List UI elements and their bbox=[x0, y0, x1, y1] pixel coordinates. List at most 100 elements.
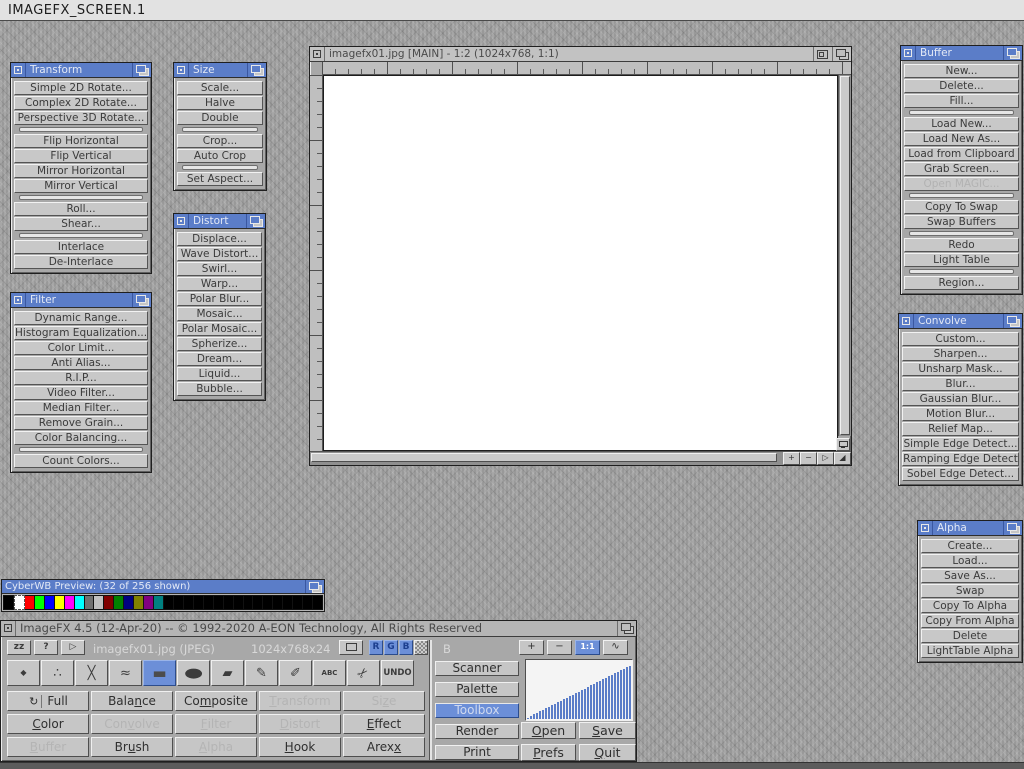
image-canvas[interactable] bbox=[323, 75, 838, 451]
blur-button[interactable]: Blur... bbox=[902, 377, 1019, 391]
color-swatch[interactable] bbox=[244, 595, 254, 610]
arexx-button[interactable]: Arexx bbox=[343, 737, 425, 757]
zoom-out-button[interactable]: − bbox=[547, 640, 572, 655]
screen-titlebar[interactable]: IMAGEFX_SCREEN.1 bbox=[0, 0, 1024, 21]
transform-button[interactable]: Transform bbox=[259, 691, 341, 711]
roll-button[interactable]: Roll... bbox=[14, 202, 148, 216]
text-tool[interactable]: ABC bbox=[313, 660, 346, 686]
depth-icon[interactable] bbox=[1003, 314, 1022, 328]
vertical-scroll-thumb[interactable] bbox=[840, 76, 850, 435]
perspective-3d-rotate-button[interactable]: Perspective 3D Rotate... bbox=[14, 111, 148, 125]
color-swatch[interactable] bbox=[65, 595, 75, 610]
help-button[interactable]: ? bbox=[34, 640, 58, 655]
copy-to-swap-button[interactable]: Copy To Swap bbox=[904, 200, 1019, 214]
color-swatch[interactable] bbox=[204, 595, 214, 610]
close-icon[interactable] bbox=[918, 521, 933, 535]
sobel-edge-detect-button[interactable]: Sobel Edge Detect... bbox=[902, 467, 1019, 481]
copy-to-alpha-button[interactable]: Copy To Alpha bbox=[921, 599, 1019, 613]
new-button[interactable]: New... bbox=[904, 64, 1019, 78]
region-button[interactable]: Region... bbox=[904, 276, 1019, 290]
zoom-out-button[interactable]: − bbox=[800, 452, 817, 465]
crop-button[interactable]: Crop... bbox=[177, 134, 263, 148]
color-swatch[interactable] bbox=[144, 595, 154, 610]
convolve-titlebar[interactable]: Convolve bbox=[899, 314, 1022, 329]
remove-grain-button[interactable]: Remove Grain... bbox=[14, 416, 148, 430]
color-swatch[interactable] bbox=[55, 595, 65, 610]
delete-button[interactable]: Delete bbox=[921, 629, 1019, 643]
print-button[interactable]: Print bbox=[435, 745, 519, 760]
color-swatch[interactable] bbox=[85, 595, 95, 610]
flip-horizontal-button[interactable]: Flip Horizontal bbox=[14, 134, 148, 148]
video-filter-button[interactable]: Video Filter... bbox=[14, 386, 148, 400]
color-swatch[interactable] bbox=[45, 595, 55, 610]
color-swatch[interactable] bbox=[184, 595, 194, 610]
box-tool[interactable]: ▬ bbox=[143, 660, 176, 686]
color-swatch[interactable] bbox=[234, 595, 244, 610]
interlace-button[interactable]: Interlace bbox=[14, 240, 148, 254]
transform-titlebar[interactable]: Transform bbox=[11, 63, 151, 78]
size-button[interactable]: Size bbox=[343, 691, 425, 711]
depth-icon[interactable] bbox=[832, 47, 851, 61]
color-button[interactable]: Color bbox=[7, 714, 89, 734]
distort-titlebar[interactable]: Distort bbox=[174, 214, 265, 229]
load-from-clipboard-button[interactable]: Load from Clipboard bbox=[904, 147, 1019, 161]
quit-button[interactable]: Quit bbox=[579, 744, 636, 761]
screen-mode-icon[interactable] bbox=[836, 438, 850, 451]
execute-button[interactable]: ▷ bbox=[61, 640, 85, 655]
dream-button[interactable]: Dream... bbox=[177, 352, 262, 366]
vertical-scrollbar[interactable] bbox=[838, 75, 851, 436]
color-swatch[interactable] bbox=[253, 595, 263, 610]
alpha-button[interactable]: Alpha bbox=[175, 737, 257, 757]
color-swatch[interactable] bbox=[214, 595, 224, 610]
undo-button[interactable]: UNDO bbox=[381, 660, 414, 686]
scissors-tool[interactable]: ✂ bbox=[347, 660, 380, 686]
filter-titlebar[interactable]: Filter bbox=[11, 293, 151, 308]
zoom-in-button[interactable]: + bbox=[519, 640, 544, 655]
simple-edge-detect-button[interactable]: Simple Edge Detect... bbox=[902, 437, 1019, 451]
double-button[interactable]: Double bbox=[177, 111, 263, 125]
count-colors-button[interactable]: Count Colors... bbox=[14, 454, 148, 468]
zoom-one-to-one-button[interactable]: 1:1 bbox=[575, 640, 600, 655]
cyberwb-titlebar[interactable]: CyberWB Preview: (32 of 256 shown) bbox=[2, 580, 324, 594]
halve-button[interactable]: Halve bbox=[177, 96, 263, 110]
color-swatch[interactable] bbox=[313, 595, 323, 610]
color-balancing-button[interactable]: Color Balancing... bbox=[14, 431, 148, 445]
horizontal-scrollbar[interactable] bbox=[310, 452, 783, 465]
zoom-in-button[interactable]: + bbox=[783, 452, 800, 465]
color-swatch[interactable] bbox=[293, 595, 303, 610]
color-swatch[interactable] bbox=[194, 595, 204, 610]
ramping-edge-detect-button[interactable]: Ramping Edge Detect bbox=[902, 452, 1019, 466]
mirror-vertical-button[interactable]: Mirror Vertical bbox=[14, 179, 148, 193]
color-limit-button[interactable]: Color Limit... bbox=[14, 341, 148, 355]
complex-2d-rotate-button[interactable]: Complex 2D Rotate... bbox=[14, 96, 148, 110]
color-swatch[interactable] bbox=[134, 595, 144, 610]
buffer-button[interactable]: Buffer bbox=[7, 737, 89, 757]
gaussian-blur-button[interactable]: Gaussian Blur... bbox=[902, 392, 1019, 406]
depth-icon[interactable] bbox=[132, 63, 151, 77]
color-swatch[interactable] bbox=[124, 595, 134, 610]
polygon-tool[interactable]: ▰ bbox=[211, 660, 244, 686]
color-swatch[interactable] bbox=[303, 595, 313, 610]
toolbox-button[interactable]: Toolbox bbox=[435, 703, 519, 718]
displace-button[interactable]: Displace... bbox=[177, 232, 262, 246]
swirl-button[interactable]: Swirl... bbox=[177, 262, 262, 276]
load-new-as-button[interactable]: Load New As... bbox=[904, 132, 1019, 146]
shear-button[interactable]: Shear... bbox=[14, 217, 148, 231]
close-icon[interactable] bbox=[174, 63, 189, 77]
unsharp-mask-button[interactable]: Unsharp Mask... bbox=[902, 362, 1019, 376]
polar-mosaic-button[interactable]: Polar Mosaic... bbox=[177, 322, 262, 336]
grab-screen-button[interactable]: Grab Screen... bbox=[904, 162, 1019, 176]
close-icon[interactable] bbox=[1, 621, 16, 636]
pan-button[interactable]: ▷ bbox=[817, 452, 834, 465]
light-table-button[interactable]: Light Table bbox=[904, 253, 1019, 267]
color-swatch[interactable] bbox=[35, 595, 45, 610]
close-icon[interactable] bbox=[11, 293, 26, 307]
color-swatch[interactable] bbox=[174, 595, 184, 610]
save-button[interactable]: Save bbox=[579, 722, 636, 739]
wave-distort-button[interactable]: Wave Distort... bbox=[177, 247, 262, 261]
channel-green-button[interactable]: G bbox=[384, 640, 398, 655]
airbrush-tool[interactable]: ∴ bbox=[41, 660, 74, 686]
freehand-tool[interactable]: ✎ bbox=[245, 660, 278, 686]
redo-button[interactable]: Redo bbox=[904, 238, 1019, 252]
mosaic-button[interactable]: Mosaic... bbox=[177, 307, 262, 321]
